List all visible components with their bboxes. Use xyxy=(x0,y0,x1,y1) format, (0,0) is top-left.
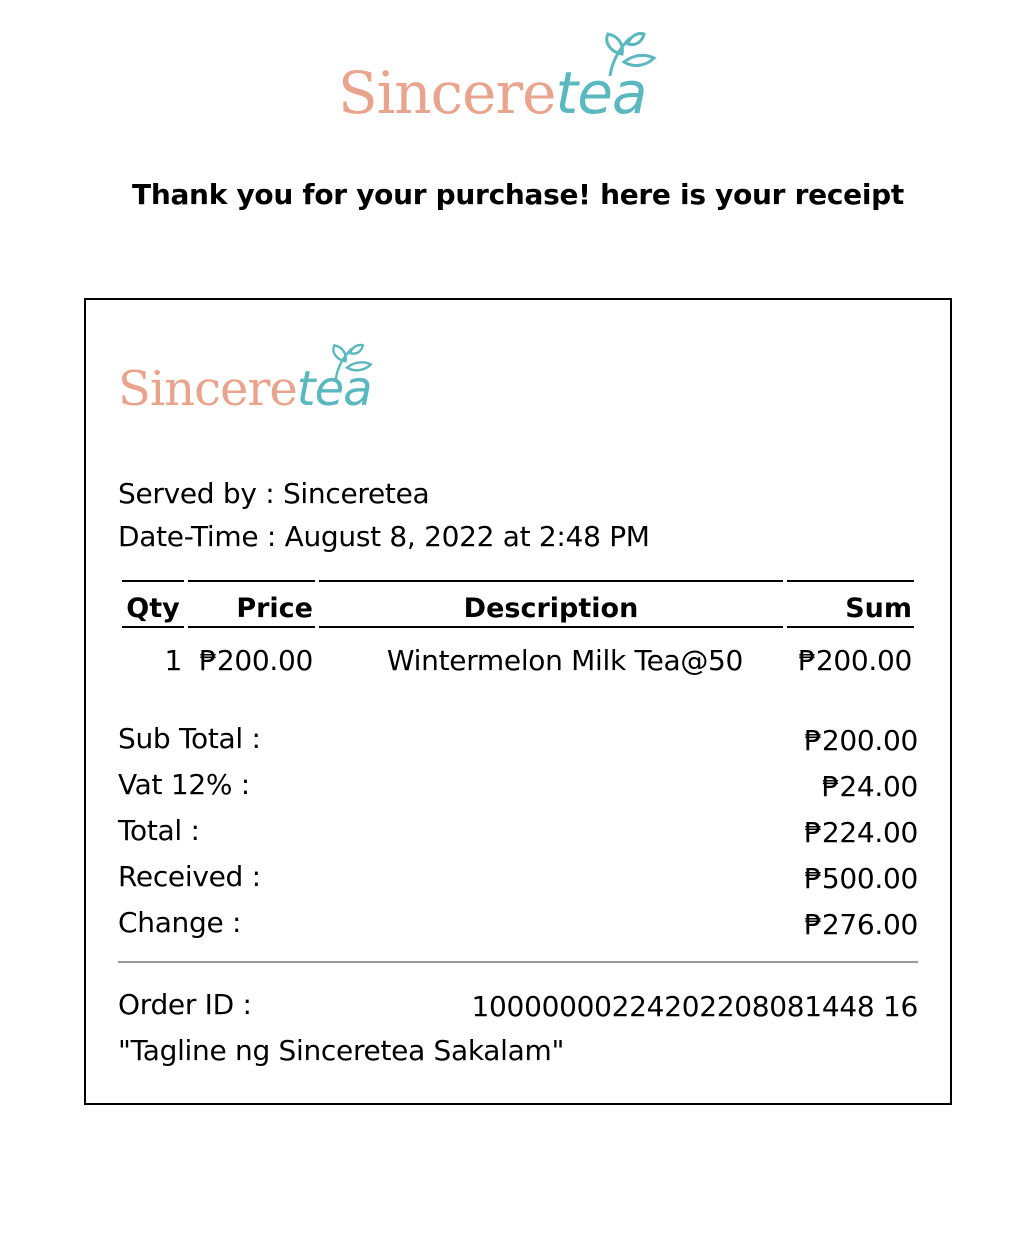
tagline: "Tagline ng Sinceretea Sakalam" xyxy=(118,1034,565,1067)
column-header-description: Description xyxy=(319,580,783,628)
change-value: ₱276.00 xyxy=(804,908,918,941)
leaves-icon xyxy=(605,32,657,77)
page-title: Thank you for your purchase! here is you… xyxy=(132,178,904,211)
logo-text-sincere: Sincere xyxy=(338,59,556,127)
item-description: Wintermelon Milk Tea@50 xyxy=(386,644,744,677)
item-sum: ₱200.00 xyxy=(798,644,912,677)
order-id-label: Order ID : xyxy=(118,988,252,1021)
subtotal-label: Sub Total : xyxy=(118,722,261,755)
receipt-logo-text-sincere: Sincere xyxy=(118,361,298,417)
order-id-value: 10000000224202208081448 16 xyxy=(471,990,919,1023)
column-header-qty: Qty xyxy=(122,580,184,628)
vat-label: Vat 12% : xyxy=(118,768,250,801)
served-by: Served by : Sinceretea xyxy=(118,477,430,510)
date-time: Date-Time : August 8, 2022 at 2:48 PM xyxy=(118,520,650,553)
received-label: Received : xyxy=(118,860,261,893)
brand-logo: Sinceretea xyxy=(338,32,657,122)
total-value: ₱224.00 xyxy=(804,816,918,849)
column-header-price: Price xyxy=(188,580,315,628)
receipt-card xyxy=(84,298,952,1105)
leaves-icon xyxy=(332,343,373,379)
total-label: Total : xyxy=(118,814,200,847)
item-qty: 1 xyxy=(164,644,182,677)
column-header-sum: Sum xyxy=(787,580,914,628)
change-label: Change : xyxy=(118,906,242,939)
divider xyxy=(118,961,918,963)
receipt-logo: Sinceretea xyxy=(118,343,373,413)
received-value: ₱500.00 xyxy=(804,862,918,895)
item-price: ₱200.00 xyxy=(199,644,313,677)
subtotal-value: ₱200.00 xyxy=(804,724,918,757)
vat-value: ₱24.00 xyxy=(821,770,918,803)
